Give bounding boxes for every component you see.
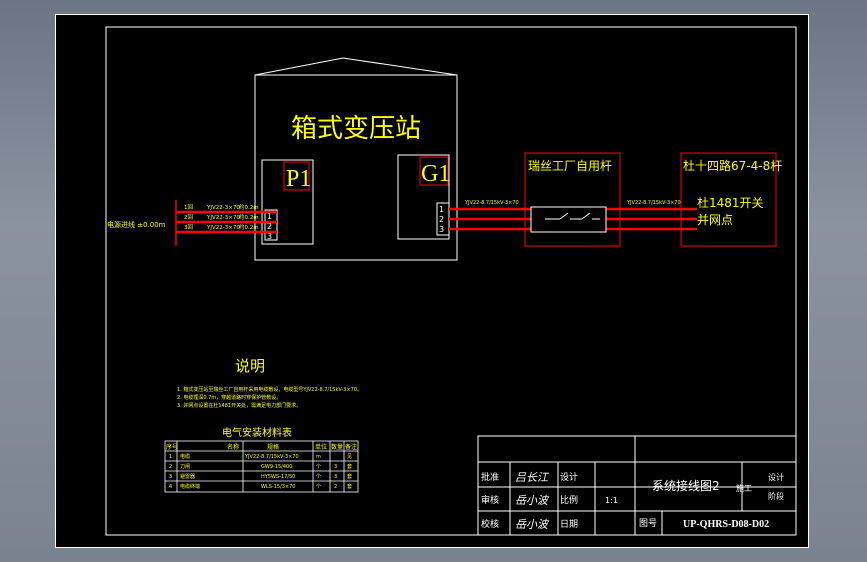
note-item: 1. 箱式变压站至瑞丝工厂自用杆采用电缆敷设，电缆型号YJV22-8.7/15k…	[177, 386, 362, 393]
out-cable-left-label: YJV22-8.7/15kV-3×70	[464, 200, 519, 206]
right-stage-label: 阶段	[768, 491, 784, 501]
feeder-phase: 3回	[184, 224, 193, 231]
svg-text:电缆终端: 电缆终端	[180, 483, 200, 490]
svg-text:2: 2	[439, 215, 444, 224]
drawing-number: UP-QHRS-D08-D02	[683, 519, 769, 530]
review-signature: 岳小波	[515, 494, 550, 507]
feeder-cable: YJV22-3×70	[206, 215, 240, 221]
feeder-labels: 1回 YJV22-3×70 约0.2m 2回 YJV22-3×70 约0.2m …	[184, 203, 259, 231]
note-item: 3. 并网点设置在杜1481开关处，需满足电力部门要求。	[177, 402, 301, 409]
svg-text:2: 2	[334, 484, 337, 490]
date-role: 日期	[560, 519, 578, 530]
substation-house	[254, 57, 458, 261]
design-role: 设计	[560, 471, 578, 483]
feeder-cable: YJV22-3×70	[206, 205, 240, 211]
svg-text:2: 2	[267, 222, 272, 231]
svg-text:刀闸: 刀闸	[180, 463, 190, 470]
svg-text:套: 套	[347, 473, 352, 480]
note-item: 2. 电缆埋深0.7m，穿越道路时穿保护管敷设。	[177, 394, 281, 401]
feeder-length: 约0.2m	[239, 213, 259, 221]
svg-text:个: 个	[316, 484, 321, 490]
svg-text:1: 1	[439, 205, 444, 214]
svg-text:个: 个	[316, 464, 321, 470]
svg-text:见: 见	[347, 454, 352, 460]
check-role: 校核	[481, 518, 499, 530]
check-signature: 岳小波	[515, 518, 550, 531]
diagram-canvas: 箱式变压站 P1 1 2 3 G1 1 2 3 电源进线 ±0.00m 1回 Y…	[55, 14, 809, 548]
out-cable-right-label: YJV22-8.7/15kV-3×70	[626, 200, 681, 206]
pole-title: 瑞丝工厂自用杆	[528, 159, 612, 173]
substation-title: 箱式变压站	[291, 114, 421, 144]
material-table-headers: 序号 名称 规格 单位 数量 备注	[166, 443, 357, 451]
line-box-title: 杜十四路67-4-8杆	[683, 158, 782, 173]
line-box-grid-point: 并网点	[697, 213, 733, 227]
line-box-switch: 杜1481开关	[697, 195, 764, 210]
svg-text:4: 4	[169, 484, 172, 490]
scale-value: 1:1	[605, 496, 618, 505]
svg-text:单位: 单位	[315, 443, 327, 451]
source-label: 电源进线 ±0.00m	[107, 220, 166, 229]
svg-text:套: 套	[347, 463, 352, 470]
svg-text:3: 3	[439, 225, 444, 234]
svg-text:规格: 规格	[267, 443, 279, 451]
g1-label: G1	[421, 161, 450, 187]
inner-frame	[105, 26, 797, 536]
drawing-number-label: 图号	[639, 518, 657, 529]
svg-text:数量: 数量	[331, 443, 343, 451]
approve-role: 批准	[481, 471, 499, 483]
svg-text:个: 个	[316, 474, 321, 480]
svg-text:备注: 备注	[345, 443, 357, 451]
notes-title: 说明	[235, 357, 265, 375]
svg-text:2: 2	[169, 464, 172, 470]
svg-text:YJV22-8.7/15kV-3×70: YJV22-8.7/15kV-3×70	[244, 454, 299, 460]
stage-value: 施工	[736, 483, 752, 493]
svg-text:3: 3	[334, 474, 337, 480]
svg-text:序号: 序号	[166, 443, 178, 451]
review-role: 审核	[481, 494, 499, 506]
feeder-length: 约0.2m	[239, 203, 259, 211]
svg-text:HY5WS-17/50: HY5WS-17/50	[261, 474, 295, 480]
feeder-phase: 1回	[184, 204, 193, 211]
feeder-length: 约0.2m	[239, 223, 259, 231]
svg-text:WLS-15/3×70: WLS-15/3×70	[261, 484, 296, 490]
svg-text:GW9-15/400: GW9-15/400	[261, 464, 292, 470]
feeder-phase: 2回	[184, 214, 193, 221]
svg-text:3: 3	[334, 464, 337, 470]
svg-text:名称: 名称	[227, 443, 239, 451]
svg-text:1: 1	[267, 212, 272, 221]
p1-label: P1	[286, 166, 311, 192]
svg-text:电缆: 电缆	[180, 453, 190, 460]
feeder-cable: YJV22-3×70	[206, 225, 240, 231]
scale-role: 比例	[560, 494, 578, 506]
title-block-text: 批准 吕长江 设计 审核 岳小波 比例 1:1 校核 岳小波 日期 系统接线图2…	[481, 471, 784, 531]
svg-text:3: 3	[169, 474, 172, 480]
right-design-label: 设计	[768, 472, 784, 482]
svg-text:套: 套	[347, 483, 352, 490]
svg-text:3: 3	[267, 232, 272, 241]
drawing-title: 系统接线图2	[652, 478, 720, 493]
material-table-rows: 1 电缆 YJV22-8.7/15kV-3×70 m 见 2 刀闸 GW9-15…	[169, 453, 352, 490]
drawing-sheet: 箱式变压站 P1 1 2 3 G1 1 2 3 电源进线 ±0.00m 1回 Y…	[55, 14, 809, 548]
svg-text:1: 1	[169, 454, 172, 460]
material-table-title: 电气安装材料表	[222, 426, 292, 439]
svg-text:m: m	[316, 454, 321, 460]
svg-text:避雷器: 避雷器	[180, 473, 195, 480]
approve-signature: 吕长江	[515, 471, 549, 484]
